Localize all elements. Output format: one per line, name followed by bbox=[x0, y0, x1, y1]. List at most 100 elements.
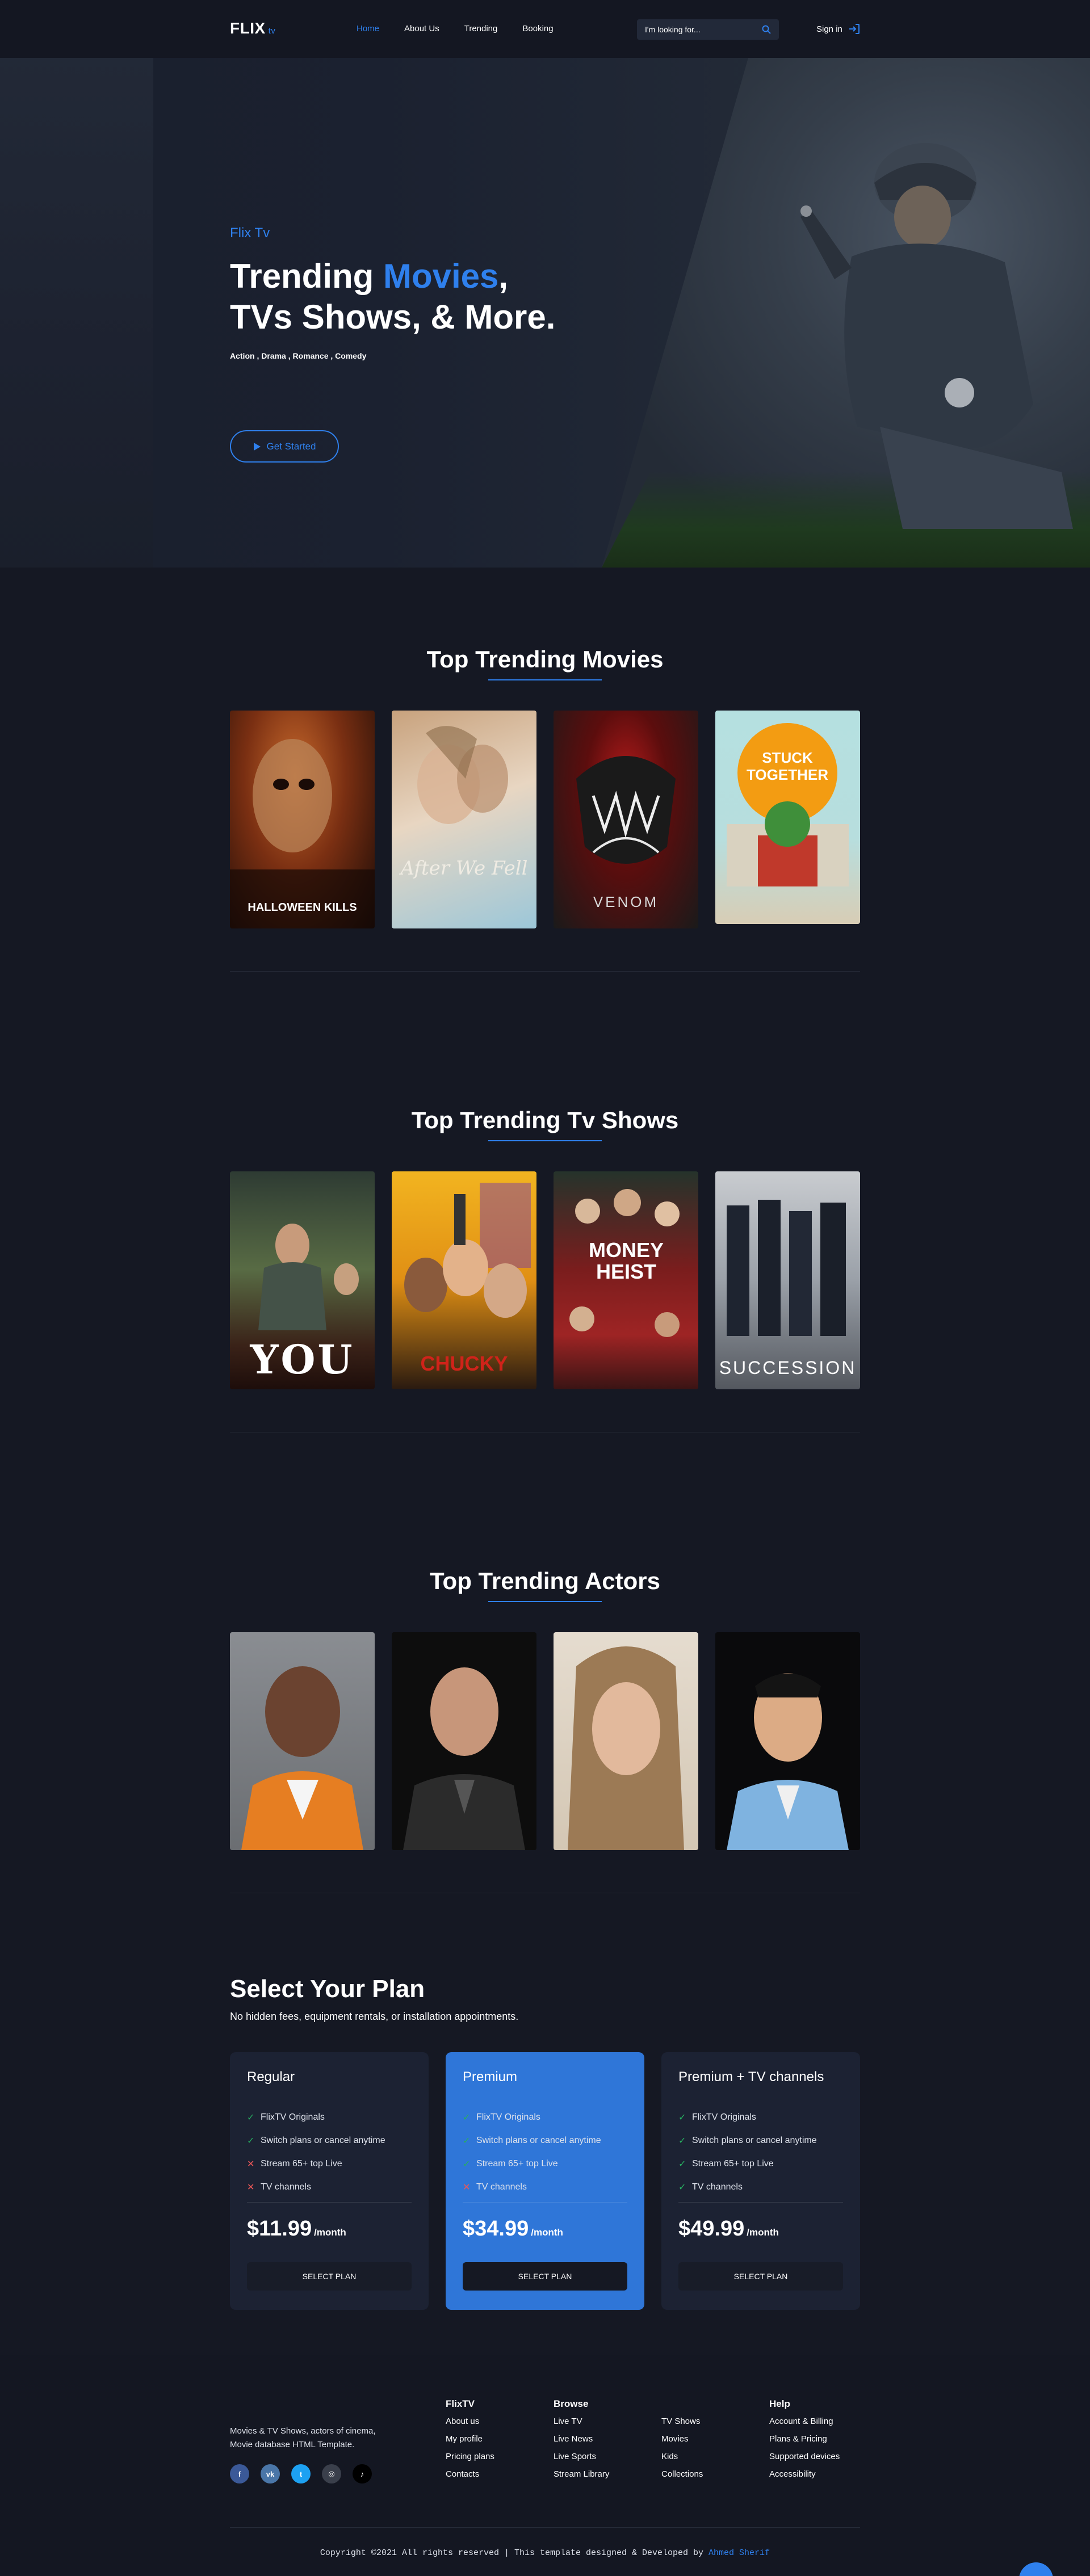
search-input[interactable] bbox=[645, 19, 753, 40]
actor-card-3[interactable] bbox=[554, 1632, 698, 1850]
tiktok-icon[interactable]: ♪ bbox=[353, 2464, 372, 2483]
twitter-icon[interactable]: t bbox=[291, 2464, 311, 2483]
search-icon[interactable] bbox=[762, 25, 771, 34]
movie-title-halloween-kills: HALLOWEEN KILLS bbox=[248, 901, 357, 914]
tvshow-card-money-heist[interactable]: MONEY HEIST bbox=[554, 1171, 698, 1389]
plan-price-period: /month bbox=[747, 2227, 779, 2238]
actor-photo-3 bbox=[568, 1646, 684, 1850]
hero-title-part-c: , bbox=[498, 257, 509, 295]
footer-link[interactable]: Movies bbox=[661, 2434, 703, 2444]
plan-divider bbox=[247, 2202, 412, 2203]
movie-poster-after-we-fell bbox=[417, 726, 508, 824]
tvshows-title-underline bbox=[488, 1140, 602, 1141]
site-logo[interactable]: FLIX tv bbox=[230, 19, 275, 37]
footer-link[interactable]: Stream Library bbox=[554, 2469, 609, 2479]
plan-feature: ✕ TV channels bbox=[463, 2175, 601, 2199]
plan-feature: ✕ Stream 65+ top Live bbox=[247, 2152, 385, 2175]
movies-divider bbox=[230, 971, 860, 972]
check-icon: ✓ bbox=[678, 2159, 686, 2169]
footer-link[interactable]: TV Shows bbox=[661, 2417, 703, 2426]
copyright-author-link[interactable]: Ahmed Sherif bbox=[708, 2548, 770, 2558]
footer-link[interactable]: Supported devices bbox=[769, 2452, 840, 2461]
plan-feature: ✓ Stream 65+ top Live bbox=[463, 2152, 601, 2175]
footer-col-title: Help bbox=[769, 2398, 790, 2409]
footer-link[interactable]: Contacts bbox=[446, 2469, 494, 2479]
actor-card-4[interactable] bbox=[715, 1632, 860, 1850]
plan-feature: ✓ FlixTV Originals bbox=[678, 2106, 817, 2129]
tvshow-title-money-heist: MONEY HEIST bbox=[588, 1238, 664, 1283]
nav-home[interactable]: Home bbox=[357, 24, 379, 33]
check-icon: ✓ bbox=[463, 2159, 471, 2169]
hero-title: Trending Movies, TVs Shows, & More. bbox=[230, 256, 555, 338]
select-plan-button[interactable]: SELECT PLAN bbox=[247, 2262, 412, 2291]
nav-booking[interactable]: Booking bbox=[522, 24, 553, 33]
movie-card-halloween-kills[interactable]: HALLOWEEN KILLS bbox=[230, 711, 375, 928]
signin-button[interactable]: Sign in bbox=[816, 23, 861, 35]
plan-feature: ✓ Switch plans or cancel anytime bbox=[247, 2129, 385, 2152]
footer-link[interactable]: Collections bbox=[661, 2469, 703, 2479]
plan-feature-label: Switch plans or cancel anytime bbox=[261, 2135, 385, 2145]
cross-icon: ✕ bbox=[247, 2159, 255, 2169]
plan-feature-label: FlixTV Originals bbox=[692, 2112, 756, 2122]
plan-card-premium: Premium ✓ FlixTV Originals ✓ Switch plans … bbox=[446, 2052, 644, 2310]
plan-feature-label: Stream 65+ top Live bbox=[476, 2158, 558, 2169]
tvshow-card-you[interactable]: YOU bbox=[230, 1171, 375, 1389]
cross-icon: ✕ bbox=[463, 2182, 471, 2192]
plan-feature-label: TV channels bbox=[261, 2182, 311, 2192]
tvshow-card-succession[interactable]: SUCCESSION bbox=[715, 1171, 860, 1389]
tvshow-card-chucky[interactable]: CHUCKY bbox=[392, 1171, 536, 1389]
movie-title-stuck-together: STUCK TOGETHER bbox=[747, 749, 828, 783]
footer-link[interactable]: Kids bbox=[661, 2452, 703, 2461]
plan-price: $49.99/month bbox=[678, 2217, 779, 2241]
nav-about-us[interactable]: About Us bbox=[404, 24, 439, 33]
plan-feature: ✓ FlixTV Originals bbox=[247, 2106, 385, 2129]
hero-title-highlight: Movies bbox=[383, 257, 499, 295]
hero-left-backdrop bbox=[0, 58, 153, 568]
plan-price-amount: $11.99 bbox=[247, 2217, 312, 2241]
actor-card-1[interactable] bbox=[230, 1632, 375, 1850]
instagram-icon[interactable]: ◎ bbox=[322, 2464, 341, 2483]
movie-card-stuck-together[interactable]: STUCK TOGETHER bbox=[715, 711, 860, 924]
tvshow-title-you: YOU bbox=[250, 1336, 355, 1383]
facebook-icon[interactable]: f bbox=[230, 2464, 249, 2483]
plan-card-regular: Regular ✓ FlixTV Originals ✓ Switch plans … bbox=[230, 2052, 429, 2310]
hero-title-line2: TVs Shows, & More. bbox=[230, 298, 556, 336]
plan-name: Premium bbox=[463, 2069, 518, 2085]
movie-poster-stuck-together bbox=[727, 723, 849, 886]
plan-feature: ✓ Switch plans or cancel anytime bbox=[678, 2129, 817, 2152]
footer-link[interactable]: Live News bbox=[554, 2434, 609, 2444]
movie-card-after-we-fell[interactable]: After We Fell bbox=[392, 711, 536, 928]
check-icon: ✓ bbox=[463, 2136, 471, 2146]
footer-link[interactable]: Live TV bbox=[554, 2417, 609, 2426]
footer-col-title: Browse bbox=[554, 2398, 589, 2409]
plan-divider bbox=[678, 2202, 843, 2203]
nav-trending[interactable]: Trending bbox=[464, 24, 498, 33]
search-box bbox=[637, 19, 779, 40]
footer-link[interactable]: About us bbox=[446, 2417, 494, 2426]
plan-feature: ✕ TV channels bbox=[247, 2175, 385, 2199]
footer-link[interactable]: Account & Billing bbox=[769, 2417, 840, 2426]
select-plan-button[interactable]: SELECT PLAN bbox=[678, 2262, 843, 2291]
check-icon: ✓ bbox=[678, 2136, 686, 2146]
footer-link[interactable]: My profile bbox=[446, 2434, 494, 2444]
plan-features: ✓ FlixTV Originals ✓ Switch plans or cance… bbox=[678, 2106, 817, 2199]
hero-kicker: Flix Tv bbox=[230, 225, 270, 241]
footer-link[interactable]: Accessibility bbox=[769, 2469, 840, 2479]
site-footer: Movies & TV Shows, actors of cinema, Mov… bbox=[0, 2355, 1090, 2576]
plans-subtitle: No hidden fees, equipment rentals, or in… bbox=[230, 2011, 519, 2022]
tvshows-section-title: Top Trending Tv Shows bbox=[411, 1107, 679, 1133]
movie-card-venom[interactable]: VENOM bbox=[554, 711, 698, 928]
plan-feature: ✓ FlixTV Originals bbox=[463, 2106, 601, 2129]
plan-card-premium-tv: Premium + TV channels ✓ FlixTV Originals … bbox=[661, 2052, 860, 2310]
plan-price-amount: $49.99 bbox=[678, 2217, 745, 2241]
plan-price-period: /month bbox=[531, 2227, 563, 2238]
footer-link[interactable]: Live Sports bbox=[554, 2452, 609, 2461]
get-started-button[interactable]: Get Started bbox=[230, 430, 339, 463]
footer-link[interactable]: Plans & Pricing bbox=[769, 2434, 840, 2444]
vk-icon[interactable]: vk bbox=[261, 2464, 280, 2483]
movie-poster-halloween-kills bbox=[230, 739, 375, 928]
actor-card-2[interactable] bbox=[392, 1632, 536, 1850]
footer-link[interactable]: Pricing plans bbox=[446, 2452, 494, 2461]
hero-soldier-image bbox=[800, 143, 1073, 529]
select-plan-button[interactable]: SELECT PLAN bbox=[463, 2262, 627, 2291]
